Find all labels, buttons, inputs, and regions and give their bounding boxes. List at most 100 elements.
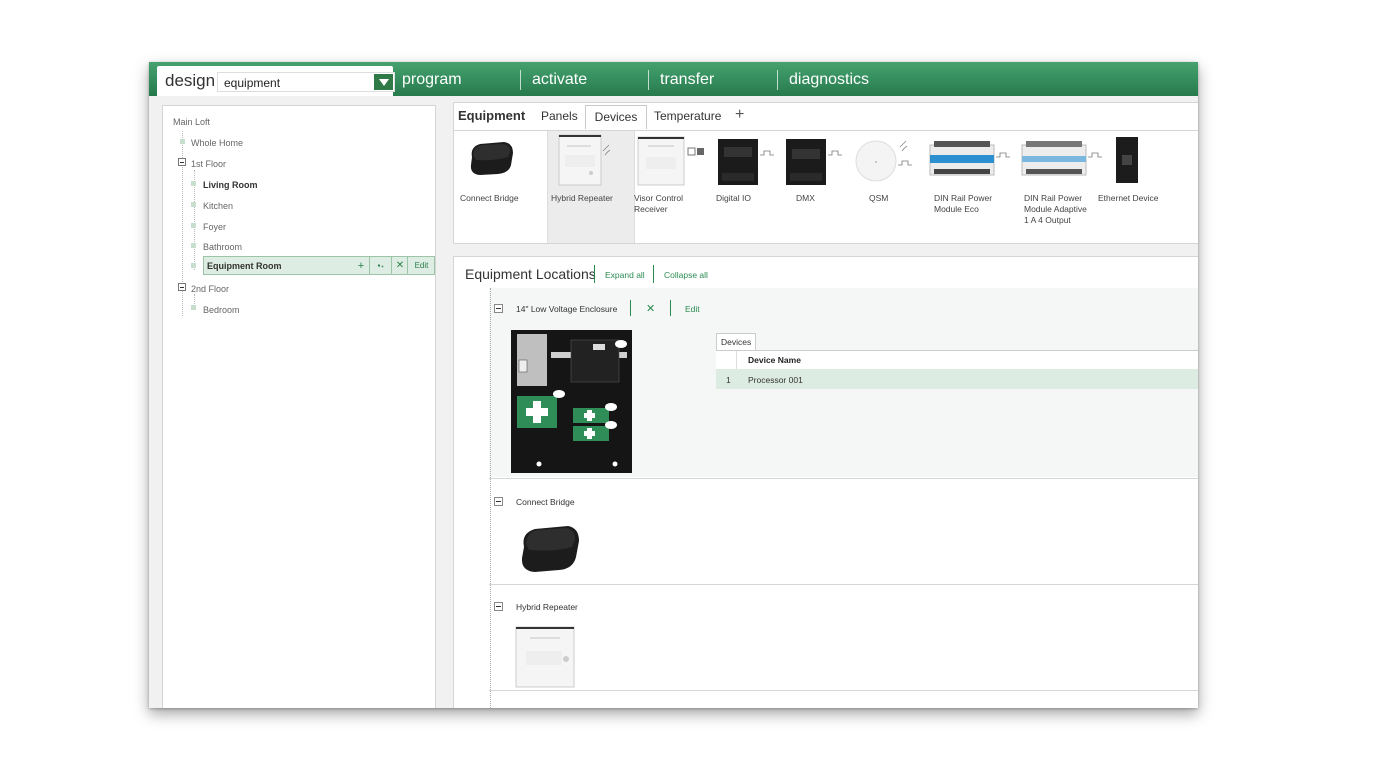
section-label-enclosure: 14" Low Voltage Enclosure	[516, 304, 618, 314]
dmx-image	[786, 139, 842, 185]
enclosure-image	[511, 330, 632, 473]
tree-item-equipment-room[interactable]: Equipment Room + ▪₊ ✕ Edit	[203, 256, 435, 275]
add-location-button[interactable]: +	[353, 257, 369, 274]
section-divider	[489, 584, 1198, 585]
tree-node-icon	[191, 223, 196, 228]
tree-item-bedroom[interactable]: Bedroom	[203, 305, 240, 315]
tree-node-icon	[191, 181, 196, 186]
tree-guide	[490, 288, 491, 708]
device-label: Ethernet Device	[1098, 193, 1159, 203]
delete-enclosure-button[interactable]: ✕	[646, 302, 655, 315]
add-tab-button[interactable]: +	[735, 106, 744, 124]
tree-node-icon	[191, 305, 196, 310]
device-label: DIN Rail Power Module Eco	[934, 193, 993, 214]
design-mode-select[interactable]: equipment	[217, 72, 395, 92]
section-divider	[489, 690, 1198, 691]
column-divider	[736, 351, 737, 369]
device-connect-bridge[interactable]: Connect Bridge	[456, 131, 542, 243]
tab-devices[interactable]: Devices	[585, 105, 647, 129]
device-label: Hybrid Repeater	[551, 193, 613, 203]
design-tab[interactable]: design equipment	[157, 66, 395, 96]
devices-tab-label: Devices	[721, 337, 752, 347]
separator	[630, 300, 631, 316]
qsm-image	[855, 140, 912, 182]
enclosure-drawing	[517, 334, 627, 467]
tree-node-icon	[180, 139, 185, 144]
chevron-down-icon[interactable]	[374, 74, 393, 90]
tree-item-kitchen[interactable]: Kitchen	[203, 201, 233, 211]
device-label: QSM	[869, 193, 889, 203]
section-divider	[489, 478, 1198, 479]
collapse-icon[interactable]	[178, 158, 186, 166]
din-rail-eco-image	[929, 141, 1010, 176]
device-table-header: Device Name	[716, 350, 1198, 370]
device-label: Visor Control Receiver	[634, 193, 683, 214]
visor-receiver-image	[637, 136, 704, 186]
device-din-rail-eco[interactable]: DIN Rail Power Module Eco	[928, 131, 1014, 243]
tree-item-label: Equipment Room	[207, 261, 282, 271]
nav-diagnostics[interactable]: diagnostics	[789, 71, 869, 89]
top-nav-bar: design equipment program activate transf…	[149, 62, 1198, 96]
section-label-connect-bridge: Connect Bridge	[516, 497, 575, 507]
separator	[670, 300, 671, 316]
table-row[interactable]: 1 Processor 001	[716, 369, 1198, 389]
devices-tab[interactable]: Devices	[716, 333, 756, 350]
collapse-icon[interactable]	[494, 304, 503, 313]
expand-all-link[interactable]: Expand all	[605, 270, 645, 280]
tree-item-bathroom[interactable]: Bathroom	[203, 242, 242, 252]
device-label: DIN Rail Power Module Adaptive 1 A 4 Outpu…	[1024, 193, 1087, 225]
device-ethernet[interactable]: Ethernet Device	[1098, 131, 1192, 243]
ethernet-device-image	[1116, 137, 1138, 183]
device-name-cell: Processor 001	[748, 375, 803, 385]
hybrid-repeater-image	[558, 134, 611, 186]
app-window: design equipment program activate transf…	[149, 62, 1198, 708]
tree-node-icon	[191, 243, 196, 248]
device-label: DMX	[796, 193, 815, 203]
tree-item-whole-home[interactable]: Whole Home	[191, 138, 243, 148]
connect-bridge-image	[521, 526, 579, 572]
collapse-icon[interactable]	[178, 283, 186, 291]
nav-activate[interactable]: activate	[532, 71, 587, 89]
tree-item-living-room[interactable]: Living Room	[203, 180, 258, 190]
nav-separator	[777, 70, 778, 90]
section-label-hybrid-repeater: Hybrid Repeater	[516, 602, 578, 612]
nav-program[interactable]: program	[402, 71, 462, 89]
location-tree-panel: Main Loft Whole Home 1st Floor Living Ro…	[162, 105, 436, 708]
device-visor-control-receiver[interactable]: Visor Control Receiver	[632, 131, 718, 243]
device-din-rail-adaptive[interactable]: DIN Rail Power Module Adaptive 1 A 4 Outpu…	[1020, 131, 1106, 243]
device-name-column[interactable]: Device Name	[748, 355, 801, 365]
tree-item-2nd-floor[interactable]: 2nd Floor	[191, 284, 229, 294]
locations-title: Equipment Locations	[465, 266, 596, 282]
edit-enclosure-button[interactable]: Edit	[685, 304, 700, 314]
tree-node-icon	[191, 202, 196, 207]
collapse-icon[interactable]	[494, 602, 503, 611]
tree-node-icon	[191, 263, 196, 268]
add-child-button[interactable]: ▪₊	[369, 257, 392, 274]
device-hybrid-repeater[interactable]: Hybrid Repeater	[547, 131, 635, 243]
tree-item-1st-floor[interactable]: 1st Floor	[191, 159, 226, 169]
equipment-locations-panel: Equipment Locations Expand all Collapse …	[453, 256, 1198, 708]
collapse-all-link[interactable]: Collapse all	[664, 270, 708, 280]
collapse-icon[interactable]	[494, 497, 503, 506]
device-label: Connect Bridge	[460, 193, 519, 203]
tree-item-foyer[interactable]: Foyer	[203, 222, 226, 232]
equipment-title: Equipment	[458, 108, 526, 123]
device-label: Digital IO	[716, 193, 751, 203]
connect-bridge-image	[470, 142, 513, 175]
tree-root[interactable]: Main Loft	[173, 117, 210, 127]
separator	[594, 265, 595, 283]
nav-transfer[interactable]: transfer	[660, 71, 714, 89]
hybrid-repeater-image	[515, 626, 575, 688]
din-rail-adaptive-image	[1021, 141, 1102, 176]
equipment-palette: Equipment Panels Devices Temperature + C…	[453, 102, 1198, 244]
tab-temperature[interactable]: Temperature	[654, 109, 721, 123]
device-qsm[interactable]: QSM	[852, 131, 938, 243]
delete-location-button[interactable]: ✕	[391, 257, 408, 274]
row-number: 1	[726, 375, 731, 385]
digital-io-image	[718, 139, 774, 185]
edit-location-button[interactable]: Edit	[407, 257, 435, 274]
nav-separator	[648, 70, 649, 90]
tab-panels[interactable]: Panels	[541, 109, 578, 123]
tab-devices-label: Devices	[594, 110, 638, 124]
design-select-value: equipment	[224, 76, 281, 90]
